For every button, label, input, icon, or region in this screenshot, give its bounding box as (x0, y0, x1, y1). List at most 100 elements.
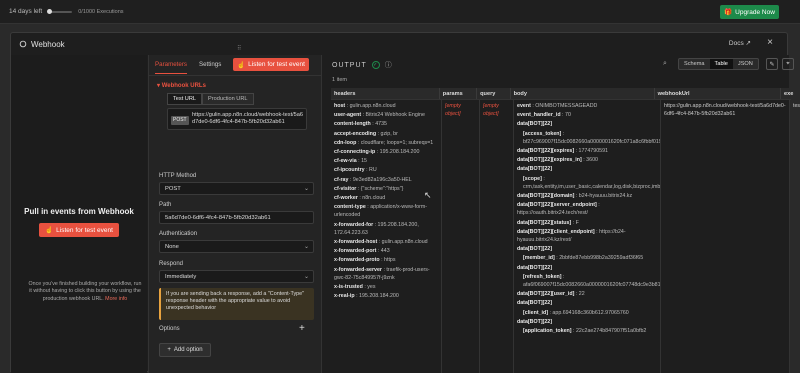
test-url-tab[interactable]: Test URL (167, 93, 203, 105)
search-icon[interactable]: ⌕ (663, 60, 667, 68)
value-text: : 1774790591 (574, 148, 608, 155)
divider (149, 75, 321, 76)
key-label: event_handler_id (517, 112, 561, 119)
respond-label: Respond (159, 261, 184, 267)
upgrade-button[interactable]: 🎁 Upgrade Now (720, 5, 779, 19)
webhookurl-value: https://gulin.app.n8n.cloud/webhook-test… (664, 103, 786, 118)
http-method-value: POST (165, 186, 181, 192)
body-cell: event : ONIMBOTMESSAGEADD event_handler_i… (514, 100, 661, 373)
value-text: : 22c2ae274b847907f51a0bfb2 (571, 328, 647, 335)
authentication-label: Authentication (159, 231, 198, 237)
body-row: [application_token] : 22c2ae274b847907f5… (517, 327, 657, 335)
http-method-select[interactable]: POST ⌄ (159, 182, 314, 195)
value-text: : 195.208.184.200 (354, 293, 399, 300)
add-icon[interactable]: + (299, 323, 305, 334)
pointer-icon: ☝ (45, 227, 54, 234)
key-label: cf-ray (334, 176, 349, 183)
col-query[interactable]: query (477, 88, 511, 99)
key-label: data[BOT][22] (517, 318, 553, 325)
key-label: x-real-ip (334, 293, 355, 300)
key-label: content-type (334, 204, 366, 211)
body-row: [client_id] : app.694168c360b612.9706576… (517, 309, 657, 317)
key-label: data[BOT][22] (517, 166, 553, 173)
key-label: x-forwarded-host (334, 239, 378, 246)
listen-test-event-button-top[interactable]: ☝ Listen for test event (233, 58, 309, 71)
header-row: cf-connecting-ip : 195.208.184.200 (334, 148, 438, 156)
header-row: x-forwarded-proto : https (334, 256, 438, 264)
view-json[interactable]: JSON (733, 59, 758, 69)
webhook-urls-toggle[interactable]: ▾ Webhook URLs (157, 82, 206, 89)
key-label: data[BOT][22] (517, 121, 553, 128)
output-pane: OUTPUT ✓ ⓘ ⌕ Schema Table JSON ✎ ⌖ 1 ite… (322, 55, 800, 373)
key-label: data[BOT][22][status] (517, 219, 572, 226)
chevron-down-icon: ⌄ (303, 244, 309, 250)
path-label: Path (159, 202, 172, 208)
close-icon[interactable]: × (767, 37, 773, 48)
key-label: data[BOT][22][expires_in] (517, 157, 582, 164)
success-check-icon: ✓ (371, 61, 380, 69)
col-body[interactable]: body (511, 88, 655, 99)
table-header: headers params query body webhookUrl exe (331, 88, 793, 100)
value-text: : cloudflare; loops=1; subreqs=1 (356, 139, 434, 146)
mouse-cursor-icon: ↖ (424, 190, 432, 200)
trial-days-left: 14 days left (9, 8, 43, 15)
pin-data-button[interactable]: ⌖ (782, 58, 794, 70)
key-label: x-forwarded-port (334, 248, 377, 255)
col-exe[interactable]: exe (781, 88, 793, 99)
key-label: cf-connecting-ip (334, 149, 376, 156)
view-schema[interactable]: Schema (679, 59, 710, 69)
top-bar: 14 days left 0/1000 Executions 🎁 Upgrade … (0, 0, 800, 24)
header-row: user-agent : Bitrix24 Webhook Engine (334, 111, 438, 119)
value-text: : 2bbfde87ebb998b2a39259adf36f65 (554, 255, 644, 262)
authentication-value: None (165, 244, 179, 250)
body-row: data[BOT][22][domain] : b24-hyauuu.bitri… (517, 192, 657, 200)
value-text: : {"scheme":"https"} (356, 185, 404, 192)
tab-parameters[interactable]: Parameters (155, 61, 187, 74)
body-row: data[BOT][22] (517, 245, 657, 253)
webhookurl-cell: https://gulin.app.n8n.cloud/webhook-test… (661, 100, 790, 373)
key-label: [application_token] (523, 328, 572, 335)
value-text: : yes (362, 284, 376, 291)
http-method-label: HTTP Method (159, 173, 197, 179)
col-webhookurl[interactable]: webhookUrl (655, 88, 781, 99)
exe-value: test (793, 103, 800, 109)
production-url-tab[interactable]: Production URL (202, 93, 254, 105)
edit-output-button[interactable]: ✎ (766, 58, 778, 70)
plus-icon: + (167, 347, 171, 353)
col-params[interactable]: params (440, 88, 478, 99)
header-row: cf-ipcountry : RU (334, 166, 438, 174)
key-label: data[BOT][22][domain] (517, 193, 575, 200)
value-text: : RU (364, 167, 377, 174)
chevron-down-icon: ▾ (157, 83, 161, 89)
key-label: cf-ew-via (334, 158, 357, 165)
body-row: event : ONIMBOTMESSAGEADD (517, 102, 657, 110)
tab-settings[interactable]: Settings (199, 61, 221, 74)
add-option-button[interactable]: + Add option (159, 343, 211, 357)
header-row: cdn-loop : cloudflare; loops=1; subreqs=… (334, 139, 438, 147)
docs-link[interactable]: Docs ↗ (729, 39, 751, 47)
progress-knob (47, 9, 53, 14)
authentication-select[interactable]: None ⌄ (159, 240, 314, 253)
value-text: : 195.208.184.200 (375, 149, 420, 156)
value-text: : 70 (560, 112, 571, 119)
listen-label: Listen for test event (56, 226, 113, 234)
value-text: : 3600 (581, 157, 598, 164)
body-row: event_handler_id : 70 (517, 111, 657, 119)
parameters-pane: ⠿ Parameters Settings ☝ Listen for test e… (148, 46, 322, 373)
path-input[interactable]: 5a6d7de0-6df6-4fc4-847b-5fb20d32ab61 (159, 211, 314, 224)
header-row: cf-ew-via : 15 (334, 157, 438, 165)
more-info-link[interactable]: More info (105, 296, 127, 302)
view-table[interactable]: Table (709, 59, 733, 69)
params-empty: [empty object] (445, 103, 461, 118)
respond-select[interactable]: Immediately ⌄ (159, 270, 314, 283)
method-badge: POST (171, 116, 189, 125)
respond-value: Immediately (165, 274, 197, 280)
drag-handle-icon[interactable]: ⠿ (237, 45, 245, 52)
listen-test-event-button[interactable]: ☝ Listen for test event (39, 223, 119, 237)
header-row: x-forwarded-server : traefik-prod-users-… (334, 266, 438, 282)
key-label: x-is-trusted (334, 284, 363, 291)
key-label: data[BOT][22][client_endpoint] (517, 228, 595, 235)
key-label: data[BOT][22][server_endpoint] (517, 202, 597, 209)
col-headers[interactable]: headers (331, 88, 440, 99)
webhook-url-box[interactable]: POST https://gulin.app.n8n.cloud/webhook… (167, 108, 307, 130)
